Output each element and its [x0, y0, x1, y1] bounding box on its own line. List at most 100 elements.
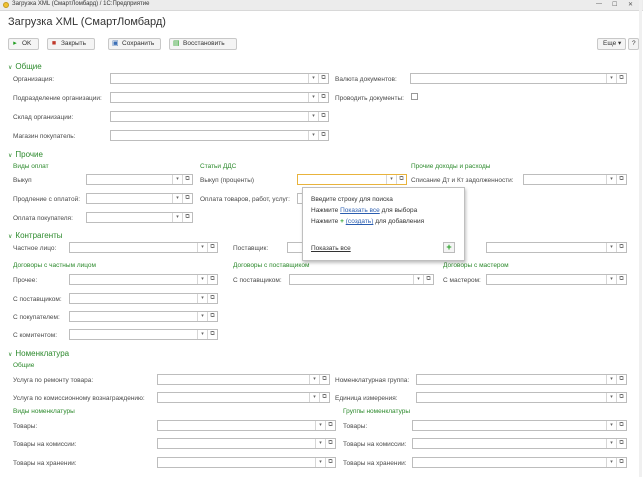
open-icon[interactable]: ⧉: [207, 275, 217, 284]
close-window-icon[interactable]: ✕: [628, 1, 633, 8]
open-icon[interactable]: ⧉: [318, 74, 328, 83]
add-button[interactable]: +: [443, 242, 455, 253]
dropdown-icon[interactable]: ▾: [315, 458, 325, 467]
open-icon[interactable]: ⧉: [207, 243, 217, 252]
post-docs-checkbox[interactable]: [411, 93, 418, 100]
dropdown-icon[interactable]: ▾: [172, 194, 182, 203]
dropdown-icon[interactable]: ▾: [606, 375, 616, 384]
dropdown-icon[interactable]: ▾: [413, 275, 423, 284]
ok-button[interactable]: ▸ OK: [8, 38, 39, 50]
dropdown-icon[interactable]: ▾: [309, 393, 319, 402]
section-other[interactable]: ∨ Прочие: [8, 150, 43, 159]
open-icon[interactable]: ⧉: [616, 421, 626, 430]
open-icon[interactable]: ⧉: [325, 421, 335, 430]
private-person-field[interactable]: ▾ ⧉: [69, 242, 218, 253]
purchase-payment-field[interactable]: ▾ ⧉: [86, 212, 193, 223]
open-icon[interactable]: ⧉: [616, 393, 626, 402]
with-supplier-field[interactable]: ▾ ⧉: [69, 293, 218, 304]
dropdown-icon[interactable]: ▾: [386, 175, 396, 184]
goods-storage2-field[interactable]: ▾ ⧉: [412, 457, 627, 468]
open-icon[interactable]: ⧉: [616, 458, 626, 467]
open-icon[interactable]: ⧉: [182, 175, 192, 184]
organization-field[interactable]: ▾ ⧉: [110, 73, 329, 84]
open-icon[interactable]: ⧉: [318, 131, 328, 140]
open-icon[interactable]: ⧉: [616, 74, 626, 83]
open-icon[interactable]: ⧉: [319, 393, 329, 402]
goods2-field[interactable]: ▾ ⧉: [412, 420, 627, 431]
shop-field[interactable]: ▾ ⧉: [110, 130, 329, 141]
open-icon[interactable]: ⧉: [616, 175, 626, 184]
open-icon[interactable]: ⧉: [325, 458, 335, 467]
section-general[interactable]: ∨ Общие: [8, 62, 42, 71]
dropdown-icon[interactable]: ▾: [308, 93, 318, 102]
section-nomenclature[interactable]: ∨ Номенклатура: [8, 349, 69, 358]
dropdown-icon[interactable]: ▾: [606, 275, 616, 284]
open-icon[interactable]: ⧉: [207, 312, 217, 321]
with-commissioner-field[interactable]: ▾ ⧉: [69, 329, 218, 340]
dropdown-icon[interactable]: ▾: [172, 213, 182, 222]
goods-field[interactable]: ▾ ⧉: [157, 420, 336, 431]
create-link[interactable]: (создать): [346, 218, 374, 225]
dropdown-icon[interactable]: ▾: [308, 74, 318, 83]
commission-service-field[interactable]: ▾ ⧉: [157, 392, 330, 403]
currency-field[interactable]: ▾ ⧉: [410, 73, 627, 84]
open-icon[interactable]: ⧉: [318, 93, 328, 102]
section-contractors[interactable]: ∨ Контрагенты: [8, 231, 63, 240]
with-supplier2-field[interactable]: ▾ ⧉: [289, 274, 434, 285]
scrollbar[interactable]: [639, 0, 642, 477]
open-icon[interactable]: ⧉: [396, 175, 406, 184]
dropdown-icon[interactable]: ▾: [308, 112, 318, 121]
dropdown-icon[interactable]: ▾: [197, 275, 207, 284]
buyout-interest-field[interactable]: ▾ ⧉: [297, 174, 407, 185]
open-icon[interactable]: ⧉: [207, 294, 217, 303]
goods-commission-field[interactable]: ▾ ⧉: [157, 438, 336, 449]
save-button[interactable]: ▣ Сохранить: [108, 38, 161, 50]
restore-button[interactable]: ▤ Восстановить: [169, 38, 237, 50]
dropdown-icon[interactable]: ▾: [197, 312, 207, 321]
open-icon[interactable]: ⧉: [318, 112, 328, 121]
dropdown-icon[interactable]: ▾: [606, 458, 616, 467]
dropdown-icon[interactable]: ▾: [197, 294, 207, 303]
extension-field[interactable]: ▾ ⧉: [86, 193, 193, 204]
show-all-bottom-link[interactable]: Показать все: [311, 245, 351, 252]
close-button[interactable]: ■ Закрыть: [47, 38, 95, 50]
dropdown-icon[interactable]: ▾: [315, 439, 325, 448]
division-field[interactable]: ▾ ⧉: [110, 92, 329, 103]
open-icon[interactable]: ⧉: [182, 213, 192, 222]
minimize-icon[interactable]: —: [596, 1, 602, 7]
other-contract-field[interactable]: ▾ ⧉: [69, 274, 218, 285]
goods-commission2-field[interactable]: ▾ ⧉: [412, 438, 627, 449]
open-icon[interactable]: ⧉: [616, 375, 626, 384]
writeoff-field[interactable]: ▾ ⧉: [523, 174, 627, 185]
goods-storage-field[interactable]: ▾ ⧉: [157, 457, 336, 468]
dropdown-icon[interactable]: ▾: [315, 421, 325, 430]
help-button[interactable]: ?: [628, 38, 639, 50]
open-icon[interactable]: ⧉: [207, 330, 217, 339]
with-master-field[interactable]: ▾ ⧉: [486, 274, 627, 285]
with-buyer-field[interactable]: ▾ ⧉: [69, 311, 218, 322]
supplier-field[interactable]: [287, 242, 303, 253]
dropdown-icon[interactable]: ▾: [606, 439, 616, 448]
maximize-icon[interactable]: ☐: [612, 1, 617, 8]
open-icon[interactable]: ⧉: [182, 194, 192, 203]
dropdown-icon[interactable]: ▾: [606, 74, 616, 83]
open-icon[interactable]: ⧉: [325, 439, 335, 448]
open-icon[interactable]: ⧉: [319, 375, 329, 384]
dropdown-icon[interactable]: ▾: [606, 393, 616, 402]
open-icon[interactable]: ⧉: [616, 275, 626, 284]
dropdown-icon[interactable]: ▾: [308, 131, 318, 140]
more-button[interactable]: Еще ▾: [597, 38, 626, 50]
open-icon[interactable]: ⧉: [616, 439, 626, 448]
dropdown-icon[interactable]: ▾: [197, 330, 207, 339]
dropdown-icon[interactable]: ▾: [309, 375, 319, 384]
warehouse-field[interactable]: ▾ ⧉: [110, 111, 329, 122]
open-icon[interactable]: ⧉: [616, 243, 626, 252]
dropdown-icon[interactable]: ▾: [606, 243, 616, 252]
other-contractor-field[interactable]: ▾ ⧉: [486, 242, 627, 253]
unit-field[interactable]: ▾ ⧉: [416, 392, 627, 403]
open-icon[interactable]: ⧉: [423, 275, 433, 284]
buyout-field[interactable]: ▾ ⧉: [86, 174, 193, 185]
show-all-link[interactable]: Показать все: [340, 207, 380, 214]
repair-service-field[interactable]: ▾ ⧉: [157, 374, 330, 385]
nom-group-field[interactable]: ▾ ⧉: [416, 374, 627, 385]
